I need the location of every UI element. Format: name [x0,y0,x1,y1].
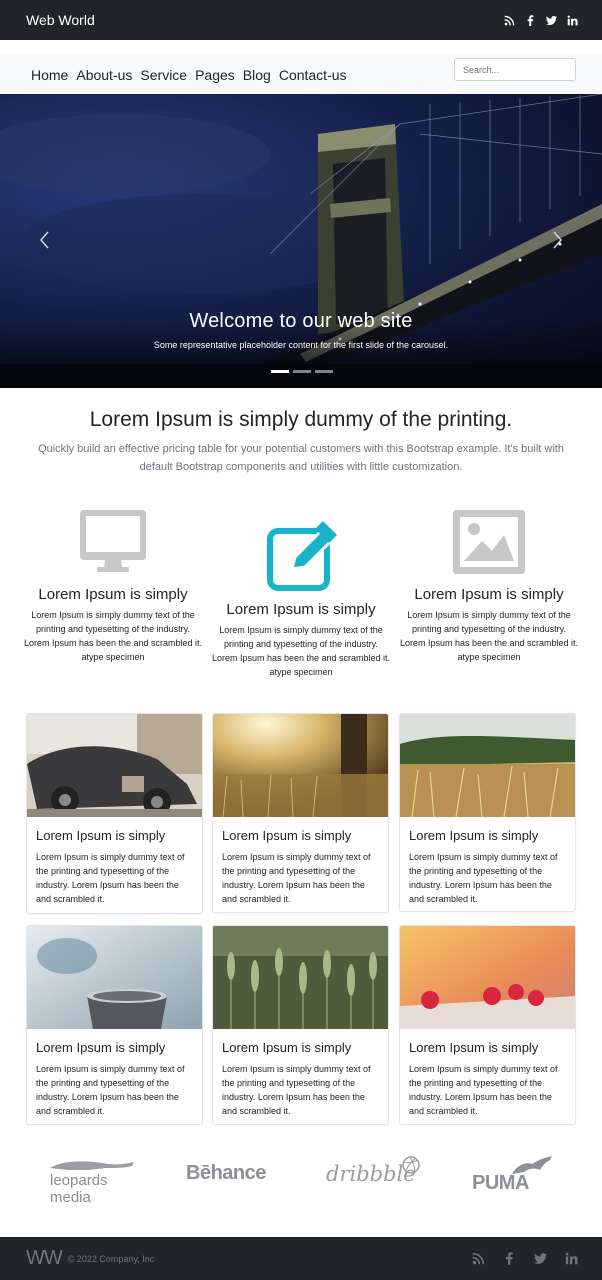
footer-copyright: © 2022 Company, Inc [67,1253,155,1264]
feature-text: Lorem Ipsum is simply dummy text of the … [399,610,579,662]
card[interactable]: Lorem Ipsum is simply Lorem Ipsum is sim… [26,713,203,914]
card-image-coffee-cup [27,926,202,1029]
feature-title: Lorem Ipsum is simply [414,586,564,603]
image-icon [399,506,579,578]
nav-link-service[interactable]: Service [140,67,187,83]
carousel-indicator[interactable] [271,370,289,373]
card-body: Lorem Ipsum is simply Lorem Ipsum is sim… [213,1029,388,1118]
partner-logos: leopards media Bēhance dribbble PUMA [0,1150,602,1206]
card-image-green-wheat [213,926,388,1029]
twitter-icon[interactable] [534,1252,547,1265]
card-image-wheat-field [400,714,575,817]
nav-link-home[interactable]: Home [31,67,68,83]
card[interactable]: Lorem Ipsum is simply Lorem Ipsum is sim… [212,925,389,1125]
card[interactable]: Lorem Ipsum is simply Lorem Ipsum is sim… [26,925,203,1125]
carousel-title: Welcome to our web site [189,310,413,332]
partner-name: PUMA [472,1172,529,1194]
card-text: Lorem Ipsum is simply dummy text of the … [222,852,371,904]
card[interactable]: Lorem Ipsum is simply Lorem Ipsum is sim… [399,713,576,912]
feature-title: Lorem Ipsum is simply [38,586,188,603]
facebook-icon[interactable] [525,14,536,26]
partner-logo-behance[interactable]: Bēhance [186,1162,266,1185]
nav-link-contact[interactable]: Contact-us [279,67,347,83]
partner-logo-puma[interactable]: PUMA [472,1154,556,1196]
card-body: Lorem Ipsum is simply Lorem Ipsum is sim… [27,1029,202,1118]
partner-logo-leopards[interactable]: leopards media [44,1160,140,1206]
card-text: Lorem Ipsum is simply dummy text of the … [36,852,185,904]
card-text: Lorem Ipsum is simply dummy text of the … [409,852,558,904]
card-image-raspberries [400,926,575,1029]
desktop-icon [23,506,203,578]
nav-link-about[interactable]: About-us [76,67,132,83]
footer-brand: WW © 2022 Company, Inc [26,1247,154,1270]
card-title: Lorem Ipsum is simply [409,828,539,843]
feature-text: Lorem Ipsum is simply dummy text of the … [23,610,203,662]
hero-carousel: Welcome to our web site Some representat… [0,94,602,388]
feature-item: Lorem Ipsum is simply Lorem Ipsum is sim… [211,521,391,679]
feature-item: Lorem Ipsum is simply Lorem Ipsum is sim… [399,506,579,664]
top-social-links [504,14,578,26]
carousel-indicators [271,370,333,373]
card-title: Lorem Ipsum is simply [36,828,166,843]
card[interactable]: Lorem Ipsum is simply Lorem Ipsum is sim… [212,713,389,913]
leopard-icon [50,1161,134,1170]
footer: WW © 2022 Company, Inc [0,1237,602,1280]
card-title: Lorem Ipsum is simply [409,1040,539,1055]
top-bar: Web World [0,0,602,40]
partner-name: leopards media [50,1172,108,1206]
card-text: Lorem Ipsum is simply dummy text of the … [36,1064,185,1116]
carousel-text: Some representative placeholder content … [153,340,449,350]
card-body: Lorem Ipsum is simply Lorem Ipsum is sim… [27,817,202,906]
edit-icon [211,521,391,593]
carousel-prev-icon[interactable] [38,230,52,250]
linkedin-icon[interactable] [567,15,578,26]
card-body: Lorem Ipsum is simply Lorem Ipsum is sim… [213,817,388,906]
section-subtitle: Quickly build an effective pricing table… [38,443,564,473]
carousel-next-icon[interactable] [550,230,564,250]
footer-social-links [472,1252,578,1265]
brand-name[interactable]: Web World [26,12,95,28]
feature-title: Lorem Ipsum is simply [226,601,376,618]
nav-link-blog[interactable]: Blog [243,67,271,83]
card-body: Lorem Ipsum is simply Lorem Ipsum is sim… [400,1029,575,1118]
card-text: Lorem Ipsum is simply dummy text of the … [222,1064,371,1116]
carousel-indicator[interactable] [293,370,311,373]
card-image-vintage-car [27,714,202,817]
card-text: Lorem Ipsum is simply dummy text of the … [409,1064,558,1116]
feature-text: Lorem Ipsum is simply dummy text of the … [211,625,391,677]
feature-item: Lorem Ipsum is simply Lorem Ipsum is sim… [23,506,203,664]
carousel-indicator[interactable] [315,370,333,373]
card-title: Lorem Ipsum is simply [222,1040,352,1055]
rss-icon[interactable] [472,1252,485,1265]
card-body: Lorem Ipsum is simply Lorem Ipsum is sim… [400,817,575,906]
carousel-caption: Welcome to our web site Some representat… [0,310,602,350]
search-input[interactable] [454,58,576,81]
nav-link-pages[interactable]: Pages [195,67,235,83]
footer-logo[interactable]: WW [26,1247,63,1270]
main-navbar: Home About-us Service Pages Blog Contact… [0,53,602,94]
card-title: Lorem Ipsum is simply [222,828,352,843]
card[interactable]: Lorem Ipsum is simply Lorem Ipsum is sim… [399,925,576,1125]
card-image-sunlit-field [213,714,388,817]
partner-logo-dribbble[interactable]: dribbble [326,1156,422,1192]
twitter-icon[interactable] [546,15,557,26]
card-title: Lorem Ipsum is simply [36,1040,166,1055]
linkedin-icon[interactable] [565,1252,578,1265]
rss-icon[interactable] [504,15,515,26]
facebook-icon[interactable] [503,1252,516,1265]
basketball-icon [402,1156,420,1174]
nav-links: Home About-us Service Pages Blog Contact… [31,67,454,83]
section-title: Lorem Ipsum is simply dummy of the print… [89,408,513,431]
